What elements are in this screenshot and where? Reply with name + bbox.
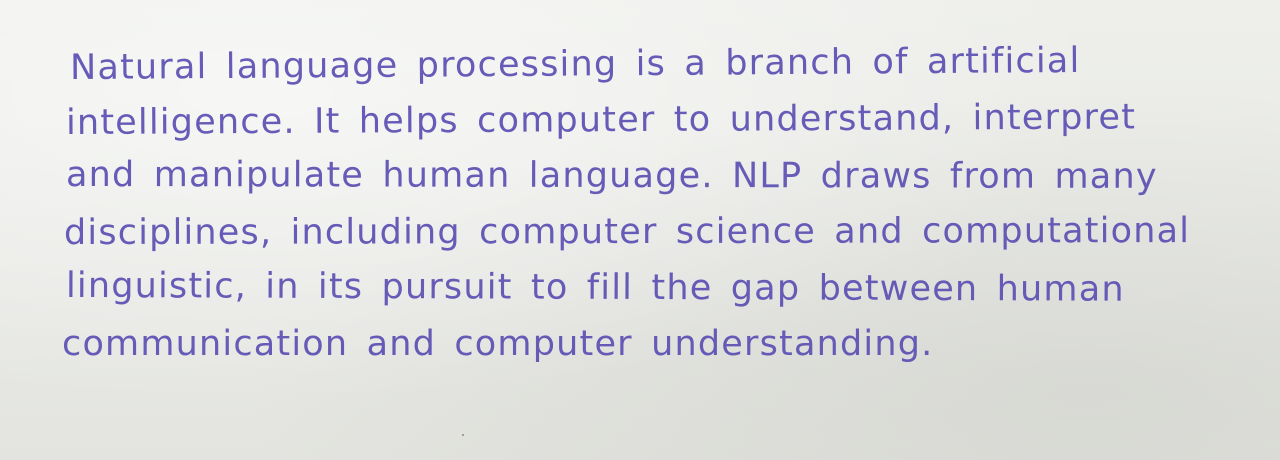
paper-speck: [462, 434, 464, 436]
handwritten-line-4: disciplines, including computer science …: [63, 211, 1191, 254]
handwritten-paragraph: Natural language processing is a branch …: [62, 36, 1232, 372]
handwritten-line-5: linguistic, in its pursuit to fill the g…: [65, 265, 1125, 310]
handwritten-line-1: Natural language processing is a branch …: [69, 40, 1081, 89]
paper-sheet: Natural language processing is a branch …: [0, 0, 1280, 460]
handwritten-line-3: and manipulate human language. NLP draws…: [65, 154, 1158, 197]
handwritten-line-6: communication and computer understanding…: [62, 324, 934, 364]
handwritten-line-2: intelligence. It helps computer to under…: [65, 97, 1137, 144]
